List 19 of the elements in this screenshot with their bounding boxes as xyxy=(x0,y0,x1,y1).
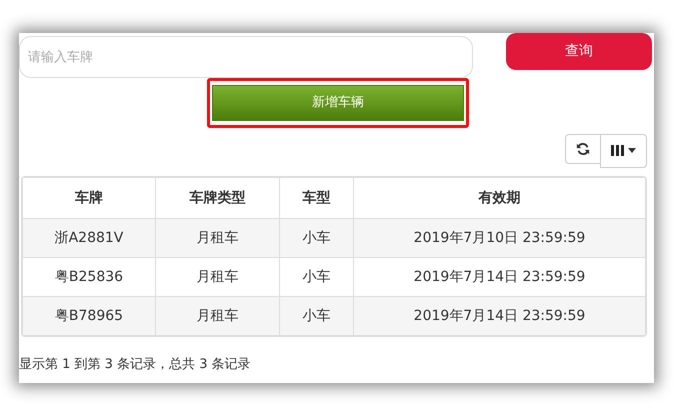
refresh-button[interactable] xyxy=(564,134,601,164)
table-cell: 浙A2881V xyxy=(22,218,156,258)
table-cell: 月租车 xyxy=(156,218,280,258)
refresh-icon xyxy=(576,142,590,156)
caret-icon xyxy=(628,148,636,154)
columns-icon xyxy=(610,145,624,156)
search-field[interactable]: 请输入车牌 xyxy=(19,36,473,78)
search-button[interactable]: 查询 xyxy=(506,33,652,70)
table-cell: 小车 xyxy=(280,218,354,258)
table-cell: 小车 xyxy=(280,296,354,336)
column-header: 车牌 xyxy=(22,178,156,218)
table-cell: 月租车 xyxy=(156,296,280,336)
columns-dropdown-button[interactable] xyxy=(600,134,647,168)
column-header: 有效期 xyxy=(354,178,646,218)
table-cell: 2019年7月10日 23:59:59 xyxy=(354,218,646,258)
add-vehicle-button[interactable]: 新增车辆 xyxy=(212,85,464,121)
table-cell: 粤B78965 xyxy=(22,296,156,336)
record-count-text: 显示第 1 到第 3 条记录，总共 3 条记录 xyxy=(19,356,252,374)
table-cell: 2019年7月14日 23:59:59 xyxy=(354,296,646,336)
